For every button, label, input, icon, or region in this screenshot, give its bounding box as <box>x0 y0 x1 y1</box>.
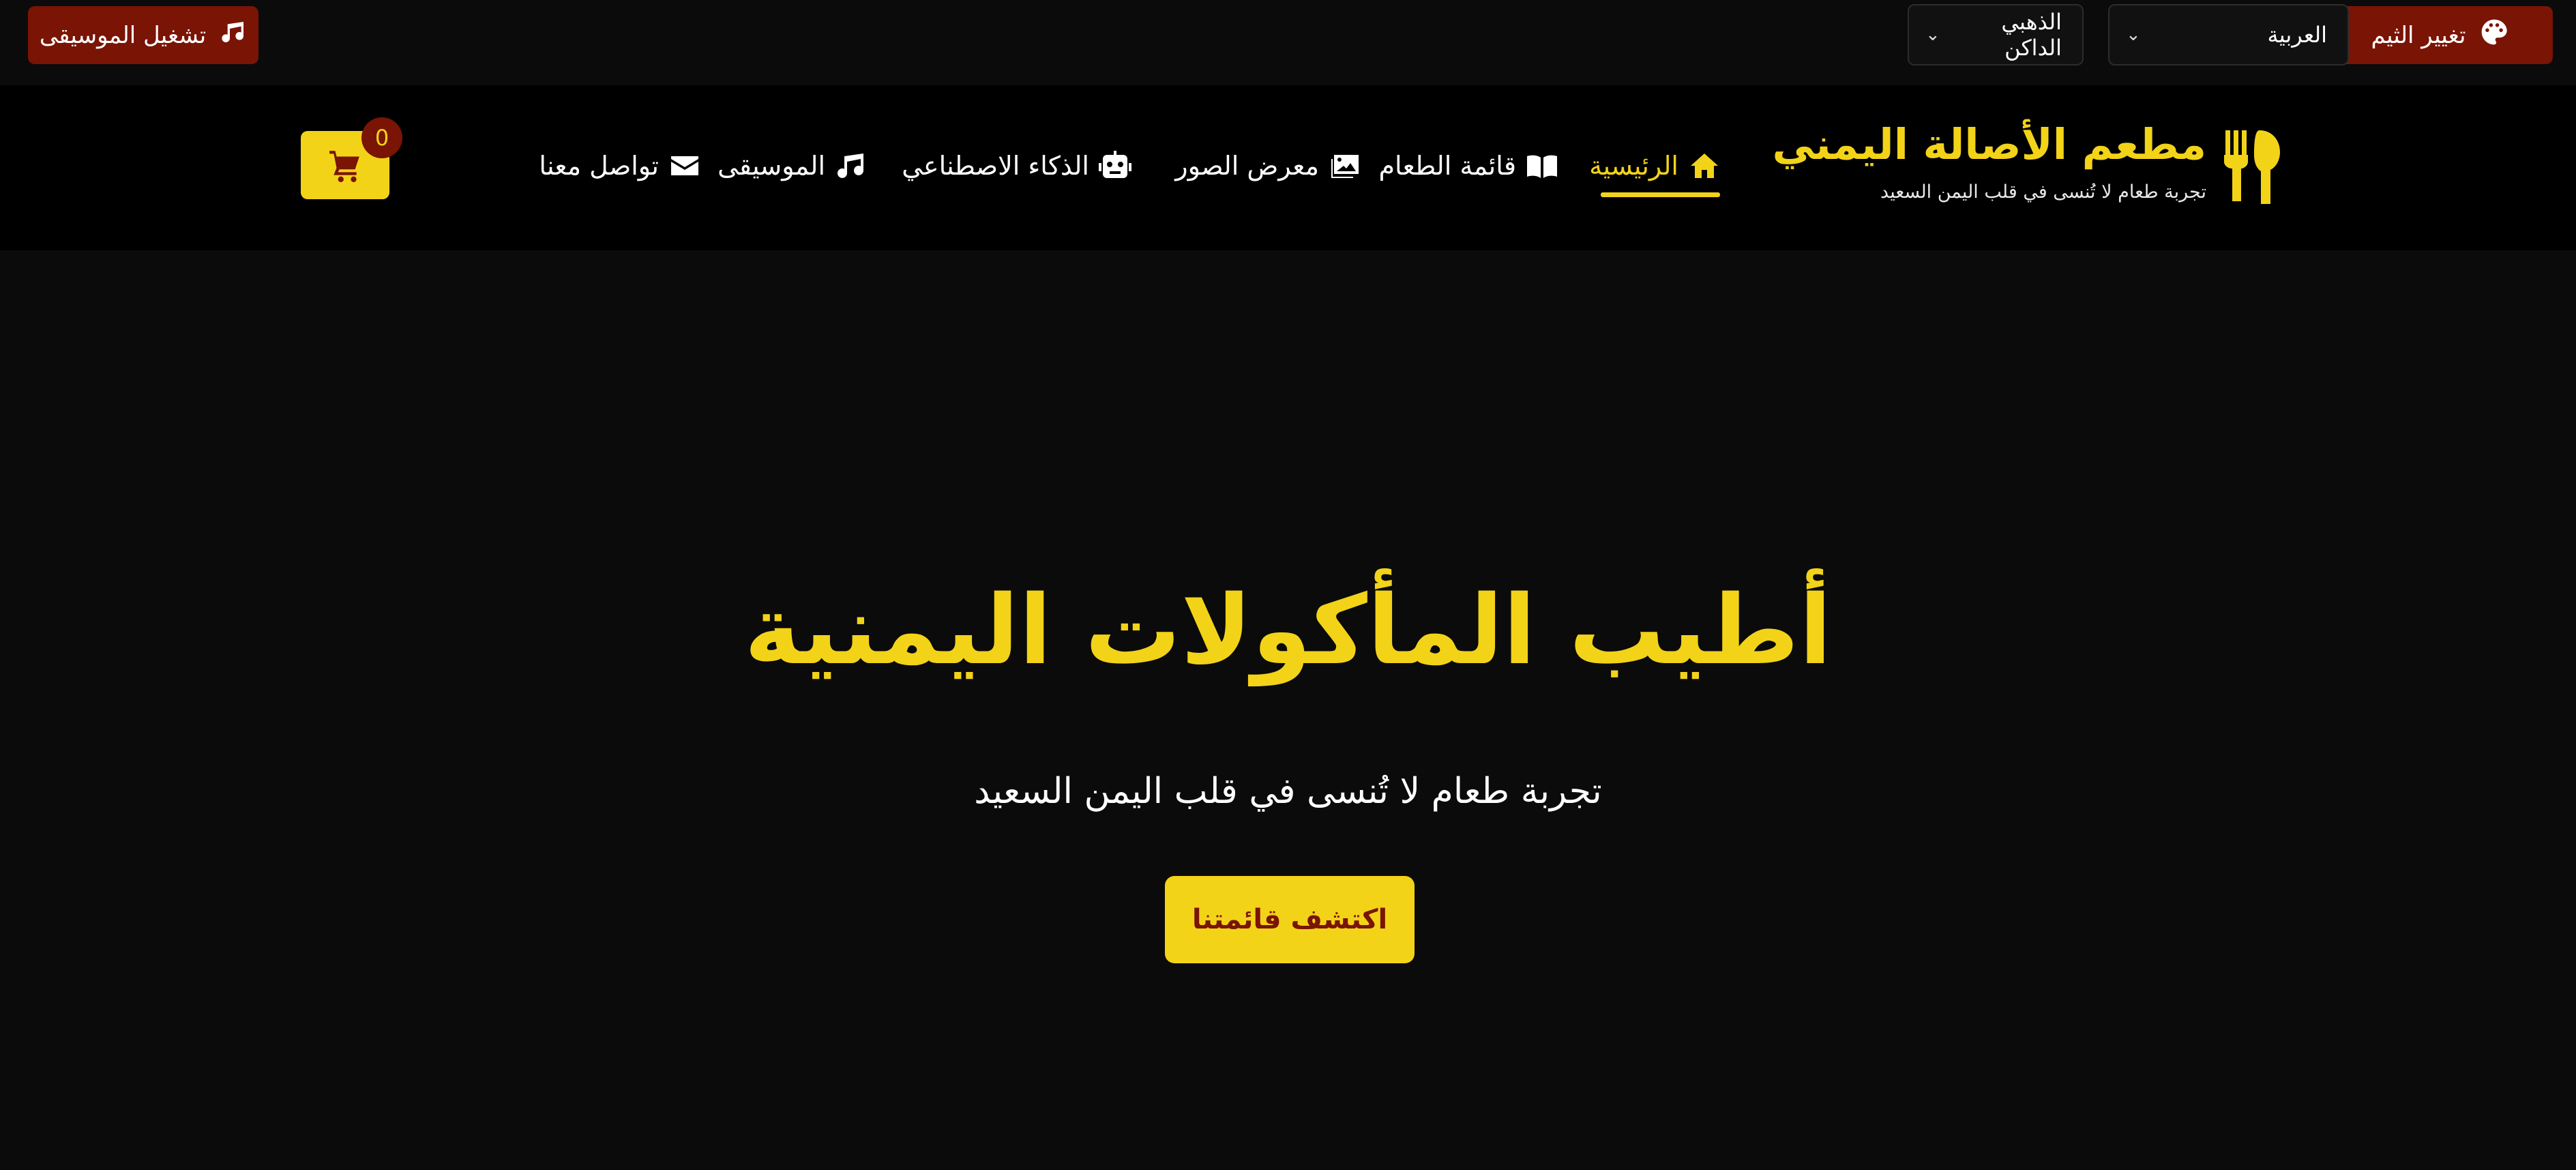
nav-item-gallery[interactable]: معرض الصور <box>1175 142 1363 190</box>
play-music-button[interactable]: تشغيل الموسيقى <box>28 6 258 64</box>
nav-item-label: معرض الصور <box>1175 151 1319 181</box>
brand-subtitle: تجربة طعام لا تُنسى في قلب اليمن السعيد <box>1880 181 2206 203</box>
nav-item-label: الرئيسية <box>1589 151 1678 181</box>
envelope-icon <box>671 156 698 175</box>
nav-item-music[interactable]: الموسيقى <box>717 142 869 190</box>
utensils-icon <box>2220 130 2283 204</box>
hero-subtitle: تجربة طعام لا تُنسى في قلب اليمن السعيد <box>974 771 1602 812</box>
nav-item-menu[interactable]: قائمة الطعام <box>1379 142 1560 190</box>
images-icon <box>1331 155 1359 178</box>
language-select[interactable]: العربية ⌄ <box>2108 4 2349 65</box>
nav-item-label: الموسيقى <box>717 151 825 181</box>
palette-icon <box>2479 17 2509 53</box>
nav-item-contact[interactable]: تواصل معنا <box>539 142 702 190</box>
explore-menu-button[interactable]: اكتشف قائمتنا <box>1165 876 1415 963</box>
palette-select-value: الذهبي الداكن <box>2001 9 2062 61</box>
change-theme-label: تغيير الثيم <box>2371 21 2466 49</box>
cart-count-badge: 0 <box>361 117 402 158</box>
language-select-value: العربية <box>2267 22 2327 48</box>
home-icon <box>1691 153 1718 178</box>
music-icon <box>838 153 863 178</box>
nav-item-home[interactable]: الرئيسية <box>1589 142 1722 190</box>
play-music-label: تشغيل الموسيقى <box>39 21 207 49</box>
nav-item-label: قائمة الطعام <box>1378 151 1517 181</box>
chevron-down-icon: ⌄ <box>1925 25 1940 45</box>
chevron-down-icon: ⌄ <box>2126 25 2141 45</box>
brand[interactable]: مطعم الأصالة اليمني تجربة طعام لا تُنسى … <box>1773 119 2283 208</box>
hero-title: أطيب المأكولات اليمنية <box>744 575 1832 686</box>
top-bar: تغيير الثيم العربية ⌄ الذهبي الداكن ⌄ تش… <box>0 0 2576 85</box>
cart-icon <box>329 151 359 182</box>
change-theme-button[interactable]: تغيير الثيم <box>2328 6 2553 64</box>
nav-item-ai[interactable]: الذكاء الاصطناعي <box>902 142 1133 190</box>
nav-item-label: تواصل معنا <box>539 151 659 181</box>
book-icon <box>1527 155 1557 178</box>
palette-select[interactable]: الذهبي الداكن ⌄ <box>1908 4 2084 65</box>
active-nav-indicator <box>1601 192 1720 197</box>
robot-icon <box>1099 151 1131 178</box>
music-icon <box>220 18 247 52</box>
nav-item-label: الذكاء الاصطناعي <box>902 151 1089 181</box>
brand-title: مطعم الأصالة اليمني <box>1772 119 2207 169</box>
